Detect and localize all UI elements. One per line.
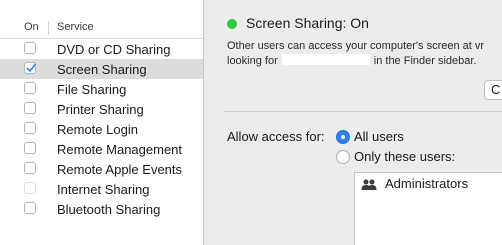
group-icon [361,179,377,194]
service-row[interactable]: Internet Sharing [0,179,203,199]
service-checkbox[interactable] [24,42,36,54]
column-header-service[interactable]: Service [57,21,94,33]
status-indicator [227,19,237,29]
allow-access-label: Allow access for: [227,129,325,144]
column-divider [48,21,49,35]
service-list-header: On Service [0,18,203,39]
computer-settings-button[interactable]: C [484,80,502,100]
service-label: Printer Sharing [57,102,144,117]
service-row[interactable]: Bluetooth Sharing [0,199,203,219]
radio-only-these-users-label[interactable]: Only these users: [354,149,455,164]
service-row[interactable]: Remote Management [0,139,203,159]
service-checkbox[interactable] [24,142,36,154]
radio-only-these-users[interactable] [336,150,350,164]
allowed-users-list[interactable]: Administrators [354,172,502,245]
service-rows: DVD or CD Sharing Screen Sharing File Shar… [0,39,203,219]
service-row[interactable]: Remote Apple Events [0,159,203,179]
service-label: File Sharing [57,82,127,97]
service-row[interactable]: Printer Sharing [0,99,203,119]
service-label: Remote Management [57,142,183,157]
service-label: DVD or CD Sharing [57,42,171,57]
radio-all-users[interactable] [336,130,350,144]
service-checkbox[interactable] [24,122,36,134]
checkmark-icon [26,63,36,72]
user-name: Administrators [385,176,469,191]
service-label: Remote Apple Events [57,162,183,177]
service-row[interactable]: Remote Login [0,119,203,139]
redacted-computer-name [281,54,370,65]
description-line-2: looking for in the Finder sidebar. [227,54,477,69]
service-label: Remote Login [57,122,138,137]
service-label: Internet Sharing [57,182,150,197]
column-header-on[interactable]: On [24,21,39,33]
status-title: Screen Sharing: On [246,15,369,31]
service-checkbox[interactable] [24,162,36,174]
description-suffix: in the Finder sidebar. [373,55,477,67]
service-row[interactable]: Screen Sharing [0,59,203,79]
service-checkbox[interactable] [24,82,36,94]
description-prefix: looking for [227,55,278,67]
service-checkbox[interactable] [24,102,36,114]
service-label: Screen Sharing [57,62,147,77]
sharing-preferences: On Service DVD or CD Sharing Screen Shari… [0,0,502,245]
description-line-1: Other users can access your computer's s… [227,40,485,52]
user-row[interactable]: Administrators [355,175,502,195]
service-checkbox[interactable] [24,202,36,214]
section-divider [224,111,502,112]
service-list: On Service DVD or CD Sharing Screen Shari… [0,0,204,245]
radio-all-users-label[interactable]: All users [354,129,404,144]
service-checkbox[interactable] [24,62,36,74]
service-label: Bluetooth Sharing [57,202,161,217]
service-row[interactable]: DVD or CD Sharing [0,39,203,59]
service-checkbox [24,182,36,194]
service-row[interactable]: File Sharing [0,79,203,99]
